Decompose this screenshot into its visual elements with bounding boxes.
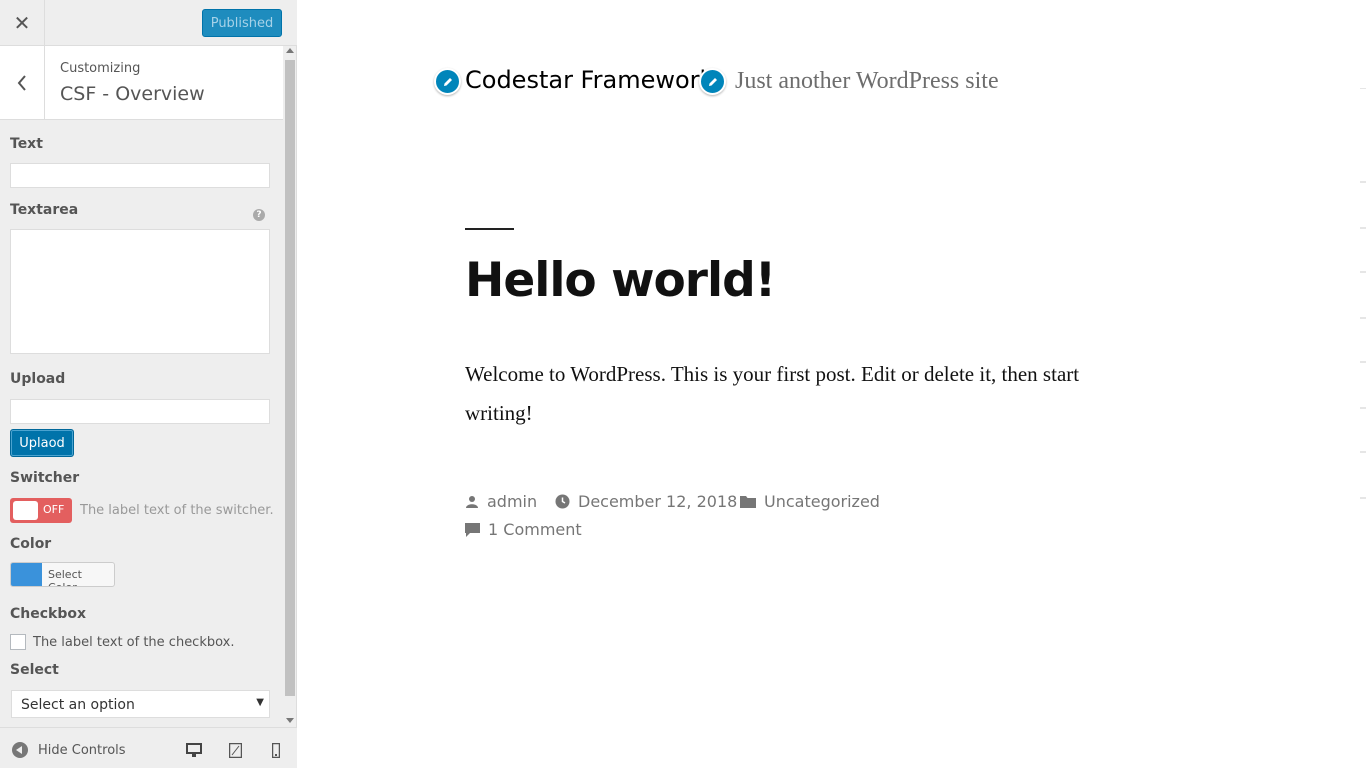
help-icon[interactable]: ? [253, 209, 265, 221]
clock-icon [555, 494, 570, 509]
customizing-label: Customizing [60, 61, 141, 76]
pencil-icon [708, 77, 717, 86]
customizer-sidebar: ✕ Published Customizing CSF - Overview T… [0, 0, 297, 768]
edit-site-title-shortcut[interactable] [434, 68, 461, 95]
edit-tagline-shortcut[interactable] [699, 68, 726, 95]
folder-icon [740, 495, 756, 508]
switcher-knob [13, 501, 38, 520]
color-picker-label: Select Color [48, 568, 82, 586]
site-tagline: Just another WordPress site [735, 68, 999, 94]
customizer-footer: Hide Controls [0, 727, 297, 768]
site-preview: Codestar Framework Just another WordPres… [298, 0, 1366, 768]
hide-controls-button[interactable]: Hide Controls [38, 743, 126, 758]
upload-label: Upload [10, 371, 66, 387]
scroll-thumb[interactable] [285, 60, 295, 696]
desktop-preview-button[interactable] [185, 742, 203, 758]
scroll-up-arrow-icon[interactable] [286, 48, 294, 53]
collapse-icon[interactable] [12, 742, 28, 758]
switcher-toggle[interactable]: OFF [10, 498, 72, 523]
comments-link[interactable]: 1 Comment [488, 520, 582, 539]
switcher-description: The label text of the switcher. [80, 503, 274, 518]
tablet-icon [228, 742, 242, 758]
text-input[interactable] [10, 163, 270, 188]
dropdown-arrow-icon: ▼ [256, 697, 264, 708]
textarea-field[interactable] [10, 229, 270, 354]
close-button[interactable]: ✕ [0, 0, 45, 45]
post-comments[interactable]: 1 Comment [465, 520, 582, 539]
switcher-label: Switcher [10, 470, 80, 486]
publish-button[interactable]: Published [202, 9, 282, 37]
post-author[interactable]: admin [465, 492, 537, 511]
select-value: Select an option [21, 697, 135, 713]
color-picker-button[interactable]: Select Color [10, 562, 115, 587]
textarea-label: Textarea [10, 202, 79, 218]
mobile-icon [272, 742, 280, 758]
site-title[interactable]: Codestar Framework [465, 66, 713, 94]
controls-panel: Text Textarea ? Upload Uplaod Switcher O… [0, 120, 283, 727]
customizer-header: ✕ Published [0, 0, 297, 46]
section-title: CSF - Overview [60, 83, 205, 105]
section-header: Customizing CSF - Overview [0, 46, 283, 120]
close-icon: ✕ [13, 10, 31, 35]
title-divider [465, 228, 514, 230]
select-label: Select [10, 662, 59, 678]
upload-button[interactable]: Uplaod [10, 429, 74, 457]
tablet-preview-button[interactable] [226, 742, 244, 758]
sidebar-scrollbar[interactable] [284, 46, 296, 727]
chevron-left-icon [17, 74, 26, 91]
checkbox-text[interactable]: The label text of the checkbox. [33, 635, 235, 650]
switcher-state: OFF [43, 503, 65, 516]
color-label: Color [10, 536, 52, 552]
scroll-down-arrow-icon[interactable] [286, 718, 294, 723]
select-dropdown[interactable]: Select an option ▼ [11, 690, 270, 718]
desktop-icon [186, 743, 202, 757]
color-swatch [11, 563, 42, 586]
pencil-icon [443, 77, 452, 86]
date-text[interactable]: December 12, 2018 [578, 492, 737, 511]
back-button[interactable] [0, 46, 45, 119]
mobile-preview-button[interactable] [267, 742, 285, 758]
comment-icon [465, 522, 480, 537]
checkbox[interactable] [10, 634, 26, 650]
category-link[interactable]: Uncategorized [764, 492, 880, 511]
upload-url-input[interactable] [10, 399, 270, 424]
checkbox-label: Checkbox [10, 606, 87, 622]
preview-edge-marks [1360, 88, 1366, 499]
post-content: Welcome to WordPress. This is your first… [465, 362, 1080, 425]
text-field-label: Text [10, 136, 43, 152]
person-icon [465, 495, 479, 509]
post-category[interactable]: Uncategorized [740, 492, 880, 511]
post-date[interactable]: December 12, 2018 [555, 492, 737, 511]
author-name[interactable]: admin [487, 492, 537, 511]
post-title[interactable]: Hello world! [465, 253, 776, 308]
